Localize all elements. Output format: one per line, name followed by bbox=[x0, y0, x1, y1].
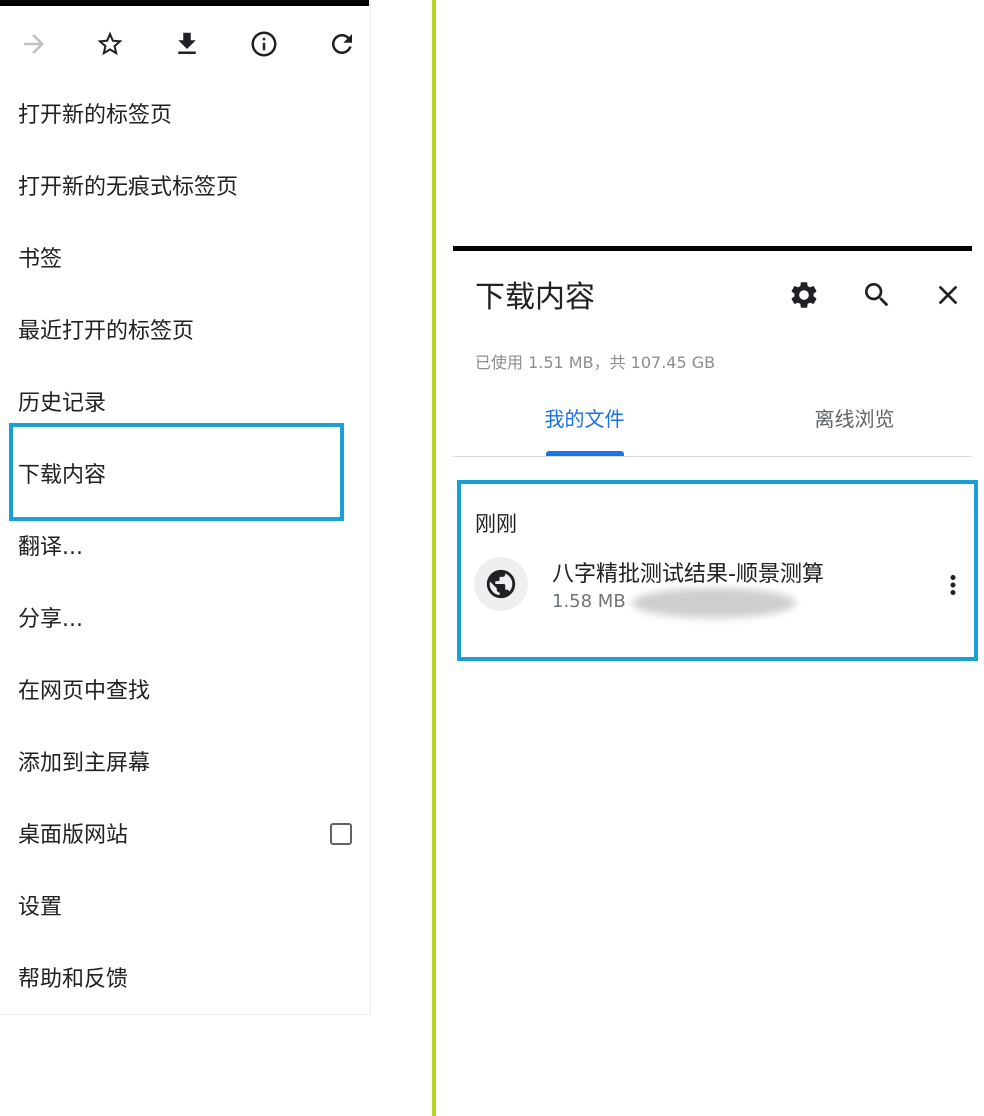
file-name: 八字精批测试结果-顺景测算 bbox=[552, 562, 824, 587]
search-icon[interactable] bbox=[854, 272, 900, 318]
menu-item-label: 书签 bbox=[18, 247, 63, 272]
menu-item-label: 下载内容 bbox=[18, 463, 107, 488]
menu-toolbar bbox=[0, 18, 370, 70]
page-title: 下载内容 bbox=[475, 280, 595, 315]
desktop-site-checkbox[interactable] bbox=[330, 823, 352, 845]
menu-item-label: 设置 bbox=[18, 895, 63, 920]
menu-item-recent-tabs[interactable]: 最近打开的标签页 bbox=[0, 296, 370, 368]
download-icon[interactable] bbox=[161, 18, 213, 70]
menu-item-new-incognito-tab[interactable]: 打开新的无痕式标签页 bbox=[0, 152, 370, 224]
menu-item-label: 翻译... bbox=[18, 535, 83, 560]
menu-item-label: 最近打开的标签页 bbox=[18, 319, 195, 344]
tab-bar-divider bbox=[453, 456, 972, 457]
star-icon[interactable] bbox=[84, 18, 136, 70]
menu-item-find-in-page[interactable]: 在网页中查找 bbox=[0, 656, 370, 728]
menu-item-history[interactable]: 历史记录 bbox=[0, 368, 370, 440]
globe-icon bbox=[474, 557, 528, 611]
refresh-icon[interactable] bbox=[316, 18, 368, 70]
menu-item-label: 历史记录 bbox=[18, 391, 107, 416]
menu-item-label: 帮助和反馈 bbox=[18, 967, 129, 992]
menu-item-help-feedback[interactable]: 帮助和反馈 bbox=[0, 944, 370, 1016]
info-icon[interactable] bbox=[238, 18, 290, 70]
browser-menu: 打开新的标签页 打开新的无痕式标签页 书签 最近打开的标签页 历史记录 下载内容… bbox=[0, 0, 371, 1015]
file-size: 1.58 MB bbox=[552, 591, 626, 612]
menu-item-label: 桌面版网站 bbox=[18, 823, 129, 848]
section-header-just-now: 刚刚 bbox=[475, 512, 517, 536]
menu-item-label: 打开新的无痕式标签页 bbox=[18, 175, 239, 200]
redacted-blur bbox=[632, 588, 796, 618]
menu-item-label: 分享... bbox=[18, 607, 83, 632]
menu-item-translate[interactable]: 翻译... bbox=[0, 512, 370, 584]
menu-item-new-tab[interactable]: 打开新的标签页 bbox=[0, 80, 370, 152]
forward-icon[interactable] bbox=[8, 18, 60, 70]
divider-line bbox=[432, 0, 436, 1116]
close-icon[interactable] bbox=[925, 272, 971, 318]
gear-icon[interactable] bbox=[781, 272, 827, 318]
menu-item-bookmarks[interactable]: 书签 bbox=[0, 224, 370, 296]
top-edge-bar bbox=[0, 0, 369, 6]
tab-my-files[interactable]: 我的文件 bbox=[455, 403, 714, 432]
menu-item-label: 打开新的标签页 bbox=[18, 103, 173, 128]
download-list-item[interactable]: 八字精批测试结果-顺景测算 1.58 MB bbox=[460, 540, 972, 630]
storage-usage-text: 已使用 1.51 MB，共 107.45 GB bbox=[475, 353, 716, 372]
menu-item-desktop-site[interactable]: 桌面版网站 bbox=[0, 800, 370, 872]
menu-item-label: 添加到主屏幕 bbox=[18, 751, 151, 776]
menu-list: 打开新的标签页 打开新的无痕式标签页 书签 最近打开的标签页 历史记录 下载内容… bbox=[0, 80, 370, 1016]
menu-item-label: 在网页中查找 bbox=[18, 679, 151, 704]
top-edge-bar bbox=[453, 246, 972, 251]
menu-item-settings[interactable]: 设置 bbox=[0, 872, 370, 944]
menu-item-share[interactable]: 分享... bbox=[0, 584, 370, 656]
menu-item-add-to-home[interactable]: 添加到主屏幕 bbox=[0, 728, 370, 800]
menu-item-downloads[interactable]: 下载内容 bbox=[0, 440, 370, 512]
tab-offline-browsing[interactable]: 离线浏览 bbox=[725, 403, 984, 432]
more-vert-icon[interactable] bbox=[938, 568, 968, 602]
